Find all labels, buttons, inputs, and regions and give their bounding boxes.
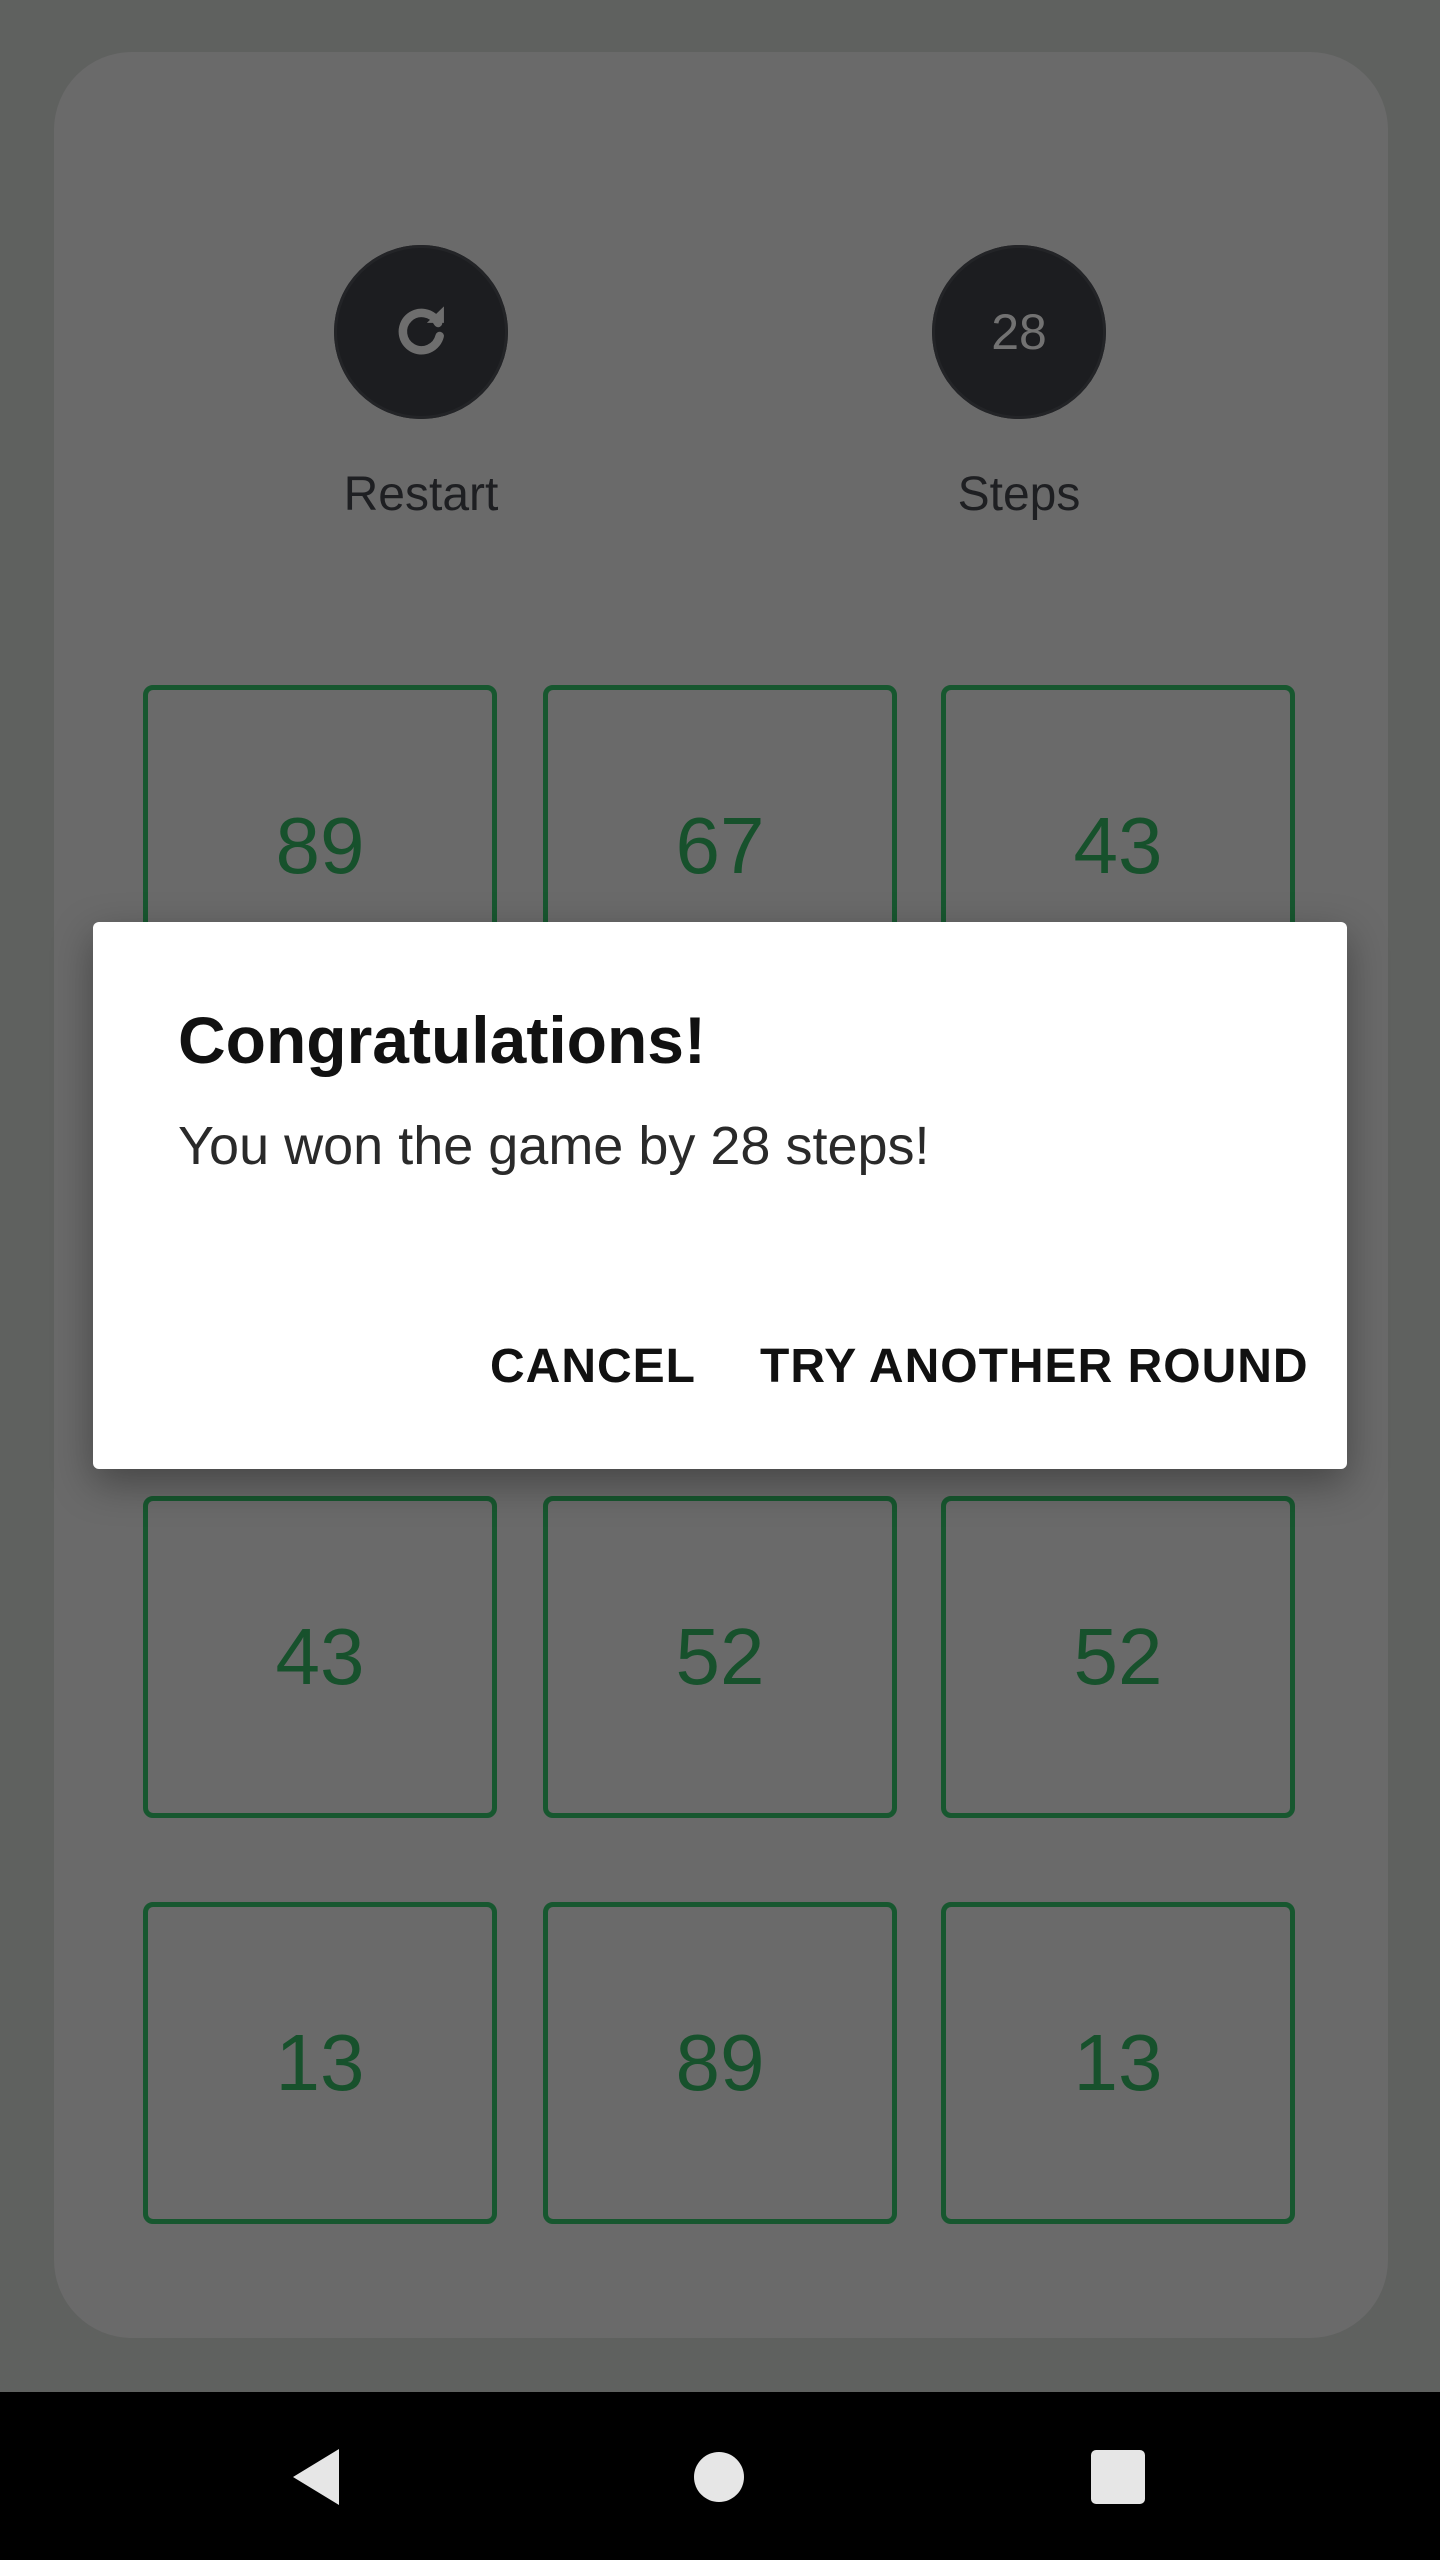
tile[interactable]: 13 <box>143 1902 497 2224</box>
dialog-title: Congratulations! <box>178 1003 706 1077</box>
tile[interactable]: 52 <box>941 1496 1295 1818</box>
back-triangle-icon <box>293 2449 339 2505</box>
recents-square-icon <box>1091 2450 1145 2504</box>
steps-label: Steps <box>957 468 1081 521</box>
cancel-button[interactable]: CANCEL <box>490 1322 696 1412</box>
try-another-round-button[interactable]: TRY ANOTHER ROUND <box>760 1322 1309 1412</box>
steps-control: 28 Steps <box>869 245 1169 525</box>
home-circle-icon <box>694 2452 744 2502</box>
system-navigation-bar <box>0 2392 1440 2560</box>
refresh-icon <box>398 306 444 355</box>
restart-button[interactable] <box>334 245 508 419</box>
home-button[interactable] <box>674 2432 764 2522</box>
restart-control[interactable]: Restart <box>271 245 571 525</box>
dialog-message: You won the game by 28 steps! <box>178 1116 930 1176</box>
tile[interactable]: 13 <box>941 1902 1295 2224</box>
recents-button[interactable] <box>1073 2432 1163 2522</box>
tile[interactable]: 89 <box>543 1902 897 2224</box>
tile[interactable]: 43 <box>143 1496 497 1818</box>
restart-label: Restart <box>343 468 499 521</box>
tile[interactable]: 52 <box>543 1496 897 1818</box>
steps-value: 28 <box>991 304 1047 360</box>
win-dialog: Congratulations! You won the game by 28 … <box>93 922 1347 1469</box>
steps-counter: 28 <box>932 245 1106 419</box>
back-button[interactable] <box>272 2432 362 2522</box>
